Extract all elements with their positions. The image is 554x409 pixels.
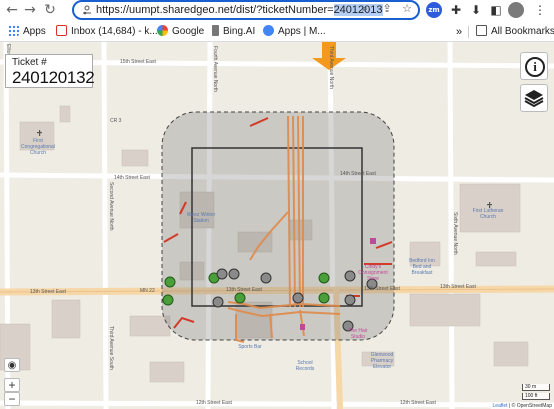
zoom-out-button[interactable]: − — [4, 392, 20, 406]
layers-button[interactable] — [520, 84, 548, 112]
street-label: 13th Street East — [364, 286, 400, 292]
street-label: Third Avenue South — [108, 326, 114, 370]
scale-metric: 30 m — [522, 384, 550, 391]
bookmark-label: Bing.AI — [223, 26, 256, 37]
street-label: Third Avenue North — [328, 46, 334, 89]
ticket-number: 240120132 — [12, 68, 95, 87]
poi-label: The Hair Studio — [348, 328, 368, 340]
folder-icon — [476, 25, 487, 36]
download-icon[interactable]: ⬇ — [468, 2, 484, 18]
map-canvas[interactable]: 15th Street East 14th Street East 14th S… — [0, 42, 554, 409]
layers-icon — [524, 90, 544, 108]
screen: ← → ↻ https://uumpt.sharedgeo.net/dist/?… — [0, 0, 554, 409]
poi-label: Bedford Inn Bed and Breakfast — [409, 258, 435, 276]
browser-toolbar: ← → ↻ https://uumpt.sharedgeo.net/dist/?… — [0, 0, 554, 22]
osm-attribution[interactable]: © OpenStreetMap — [512, 403, 552, 409]
poi-label: Glenwood Pharmacy Elevator — [370, 352, 394, 370]
street-label: 12th Street East — [196, 400, 232, 406]
street-label: 15th Street East — [120, 59, 156, 65]
leaflet-link[interactable]: Leaflet — [493, 403, 508, 409]
bookmark-label: Apps — [23, 26, 46, 37]
map-attribution: Leaflet | © OpenStreetMap — [490, 403, 554, 409]
back-arrow-icon[interactable]: ← — [4, 2, 20, 18]
poi-label: School Records — [295, 360, 315, 372]
url-text[interactable]: https://uumpt.sharedgeo.net/dist/?ticket… — [96, 4, 383, 17]
bookmarks-divider — [468, 26, 469, 38]
street-label: Fourth Avenue North — [212, 46, 218, 93]
search-icon[interactable]: ⌕ — [358, 2, 372, 16]
site-info-icon[interactable] — [81, 4, 93, 16]
share-icon[interactable]: ⇪ — [380, 2, 394, 16]
bookmark-google[interactable]: Google — [157, 25, 204, 39]
street-label: MN 22 — [140, 288, 155, 294]
poi-label: Cindy's Consignment Store — [358, 264, 388, 282]
ticket-label: Ticket # — [12, 57, 47, 68]
reload-icon[interactable]: ↻ — [42, 2, 58, 18]
locate-button[interactable]: ◉ — [4, 358, 20, 372]
street-label: 13th Street East — [30, 289, 66, 295]
profile-avatar[interactable] — [508, 2, 524, 18]
bookmark-inbox[interactable]: Inbox (14,684) - k... — [56, 25, 158, 39]
poi-label: First Congregational Church — [21, 138, 55, 156]
bookmark-apps[interactable]: Apps — [8, 25, 46, 39]
gmail-icon — [56, 25, 67, 36]
scale-imperial: 100 ft — [522, 393, 550, 400]
apps-grid-icon — [8, 25, 19, 36]
bing-icon — [212, 25, 219, 36]
bookmark-label: Inbox (14,684) - k... — [71, 26, 158, 37]
all-bookmarks-label: All Bookmarks — [491, 26, 554, 37]
poi-label: First Lutheran Church — [472, 208, 504, 220]
bookmarks-bar: Apps Inbox (14,684) - k... Google Bing.A… — [0, 22, 554, 42]
bookmark-label: Google — [172, 26, 205, 37]
apps-m-icon — [263, 25, 274, 36]
street-label: CR 3 — [110, 118, 122, 124]
browser-menu-icon[interactable]: ⋮ — [532, 2, 548, 18]
bookmarks-overflow-button[interactable]: » — [456, 25, 462, 39]
street-label: 13th Street East — [226, 287, 262, 293]
all-bookmarks-button[interactable]: All Bookmarks — [476, 25, 554, 39]
google-icon — [157, 25, 168, 36]
bookmark-bing[interactable]: Bing.AI — [212, 25, 255, 39]
street-label: 14th Street East — [340, 171, 376, 177]
info-icon: i — [525, 57, 545, 77]
street-label: 14th Street East — [114, 175, 150, 181]
ticket-info-box: Ticket # 240120132 — [5, 54, 95, 88]
poi-label: Weez Winter Station — [186, 212, 216, 224]
bookmark-apps-m[interactable]: Apps | M... — [263, 25, 326, 39]
street-label: Sixth Avenue North — [452, 212, 458, 255]
poi-label: Sports Bar — [238, 344, 262, 350]
bookmark-label: Apps | M... — [278, 26, 326, 37]
bookmark-star-icon[interactable]: ☆ — [400, 2, 414, 16]
street-label: 12th Street East — [400, 400, 436, 406]
zoom-in-button[interactable]: + — [4, 378, 20, 392]
map-graphics — [0, 42, 554, 409]
forward-arrow-icon[interactable]: → — [22, 2, 38, 18]
street-label: 13th Street East — [440, 284, 476, 290]
extensions-puzzle-icon[interactable]: ✚ — [448, 2, 464, 18]
zoom-extension-icon[interactable]: zm — [426, 2, 442, 18]
side-panel-icon[interactable]: ◧ — [488, 2, 504, 18]
url-prefix: https://uumpt.sharedgeo.net/dist/?ticket… — [96, 4, 334, 16]
street-label: Second Avenue North — [108, 182, 114, 231]
info-button[interactable]: i — [520, 52, 548, 80]
